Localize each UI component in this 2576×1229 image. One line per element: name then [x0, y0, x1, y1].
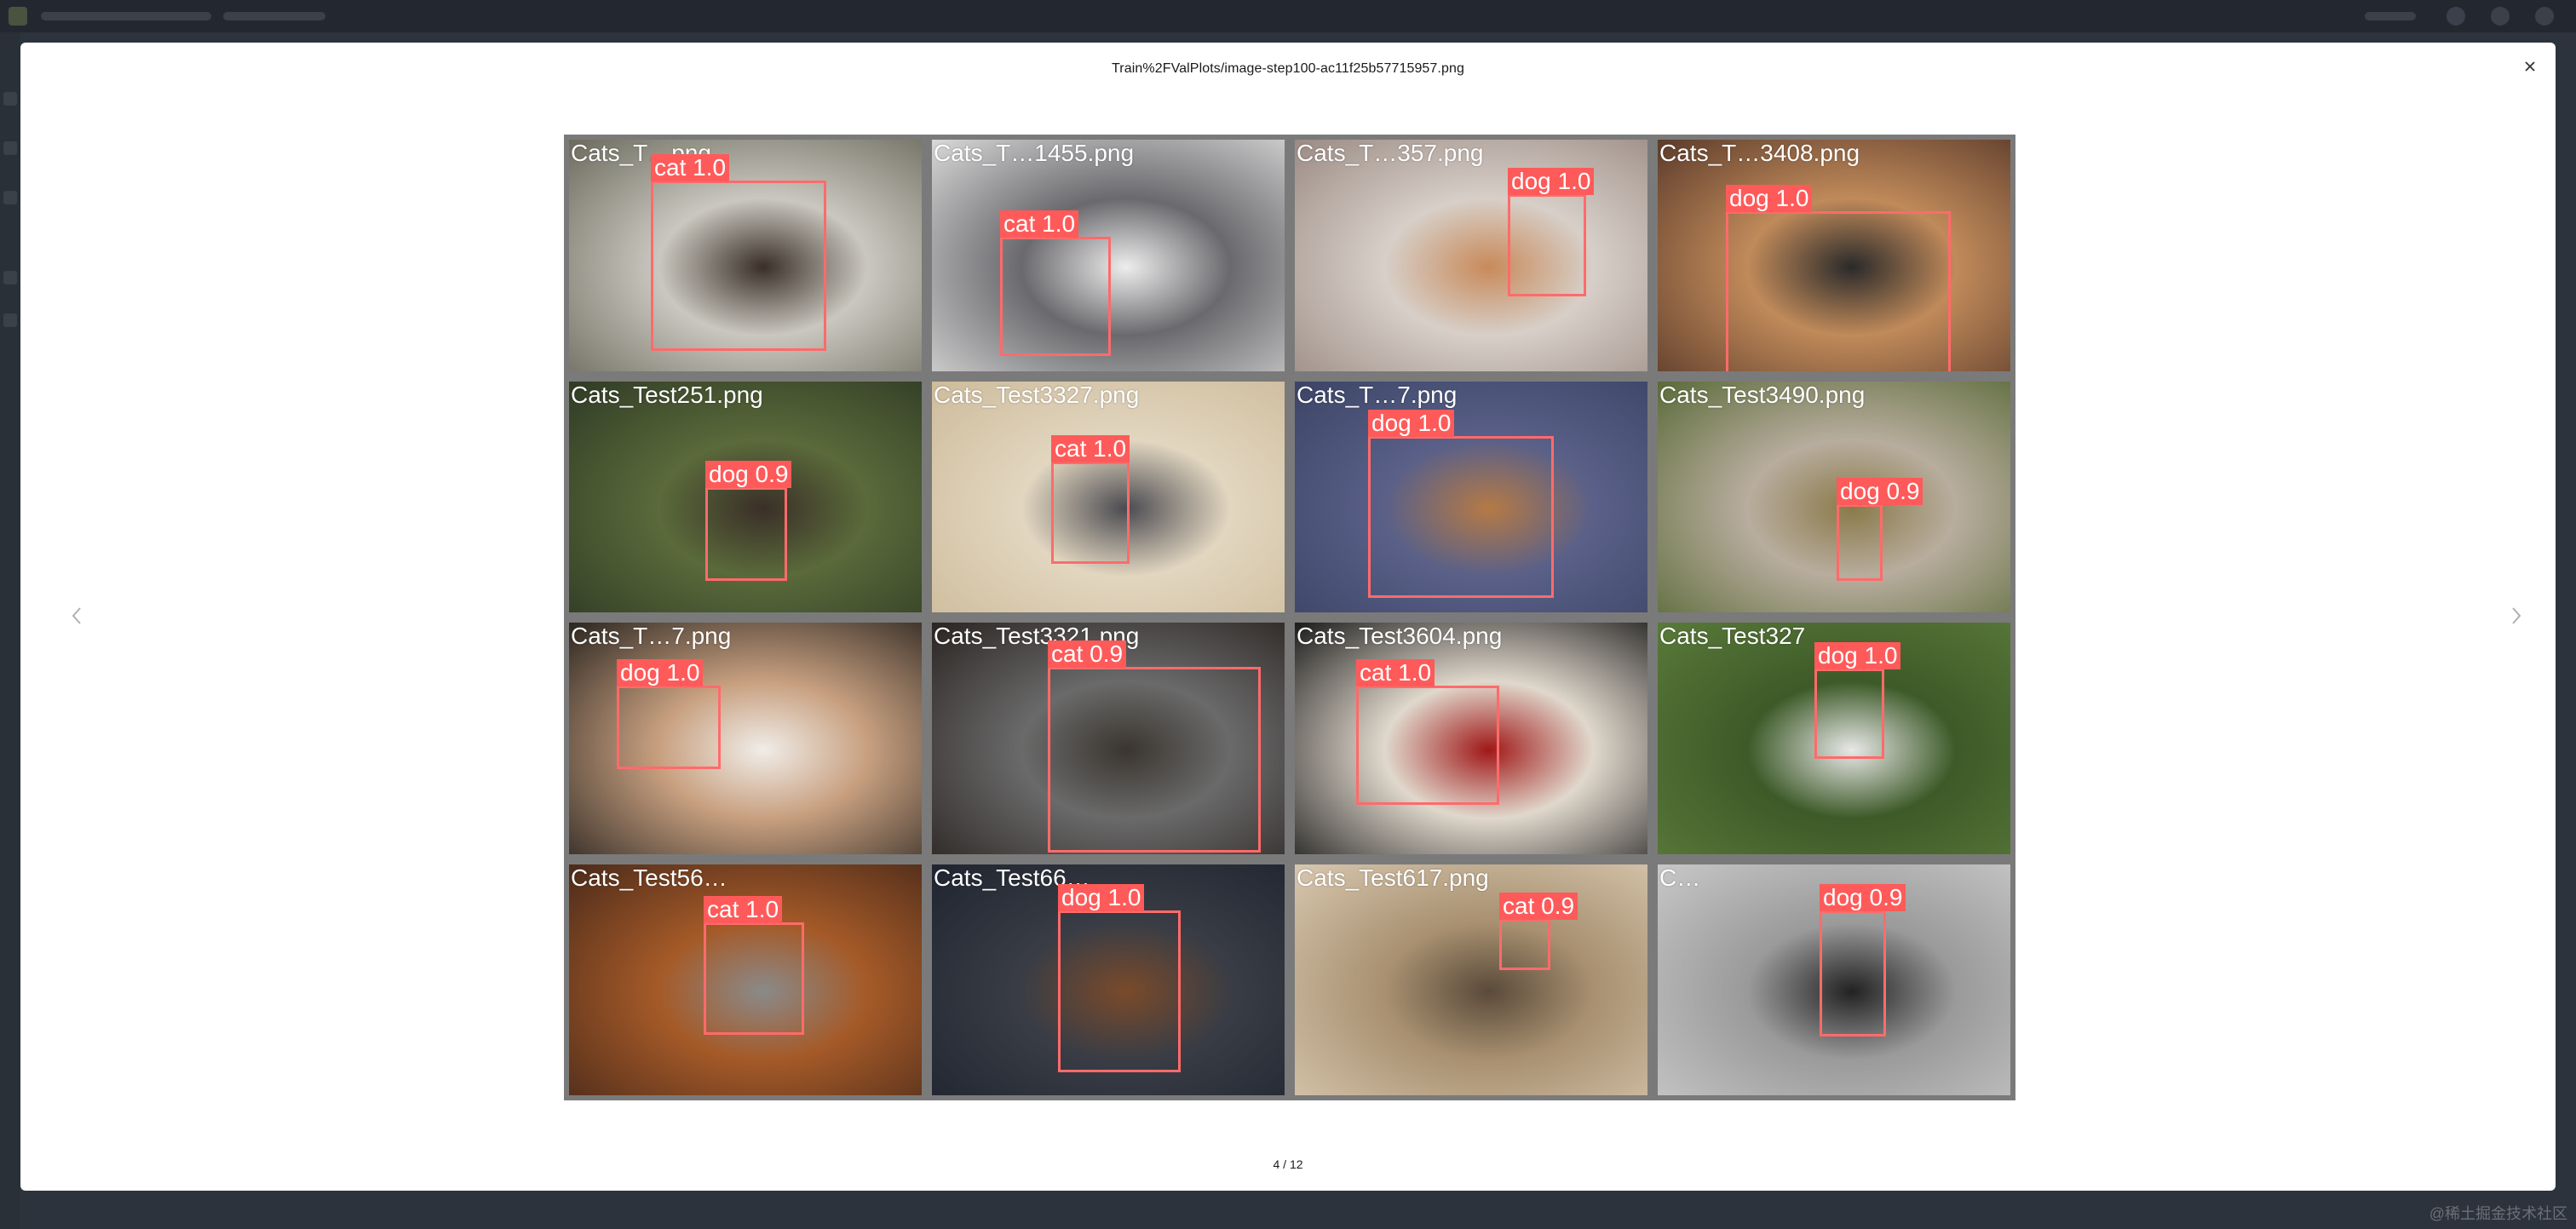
detection-bounding-box: dog 0.9	[1820, 883, 1906, 1037]
detection-bounding-box: dog 0.9	[705, 460, 792, 581]
breadcrumb-blur	[41, 12, 211, 20]
detection-bounding-box: dog 1.0	[1508, 168, 1595, 296]
breadcrumb-blur	[2365, 12, 2416, 20]
image-tile: Cats_Test66… dog 1.0	[927, 859, 1290, 1100]
detection-label: cat 1.0	[1356, 659, 1435, 686]
detection-label: dog 1.0	[617, 659, 704, 686]
detection-label: cat 1.0	[1000, 210, 1079, 238]
top-navigation-bar	[0, 0, 2576, 32]
detection-label: dog 1.0	[1368, 409, 1455, 437]
background-sidebar	[0, 32, 20, 1229]
detection-label: cat 1.0	[1051, 434, 1130, 462]
app-logo-icon	[9, 7, 27, 26]
modal-title: Train%2FValPlots/image-step100-ac11f25b5…	[1112, 61, 1464, 76]
tile-filename-label: Cats_T…7.png	[1297, 381, 1458, 408]
breadcrumb-blur	[223, 12, 325, 20]
tile-filename-label: Cats_Test3327.png	[934, 381, 1140, 408]
tile-filename-label: Cats_Test327	[1659, 623, 1806, 649]
notifications-icon	[2491, 7, 2510, 26]
image-tile: Cats_T…7.pngdog 1.0	[564, 617, 927, 859]
image-tile: Cats_Test3321.png cat 0.9	[927, 617, 1290, 859]
previous-image-button[interactable]	[60, 594, 94, 637]
image-tile: Cats_Test56…cat 1.0	[564, 859, 927, 1100]
chevron-left-icon	[72, 607, 81, 624]
image-tile: Cats_Test617.pngcat 0.9	[1290, 859, 1653, 1100]
tile-filename-label: Cats_Test56…	[571, 864, 727, 891]
image-tile: Cats_T…357.pngdog 1.0	[1290, 135, 1653, 376]
detection-label: dog 0.9	[705, 460, 792, 488]
close-button[interactable]	[2515, 51, 2545, 82]
detection-bounding-box: cat 0.9	[1048, 640, 1261, 853]
validation-image-grid[interactable]: Cats_T…png cat 1.0 Cats_T…1455.png cat 1.0 C…	[564, 135, 2015, 1100]
detection-label: dog 1.0	[1726, 185, 1813, 212]
tile-filename-label: Cats_T…1455.png	[934, 140, 1135, 166]
detection-label: cat 0.9	[1499, 892, 1578, 920]
detection-bounding-box: cat 1.0	[704, 895, 804, 1035]
image-tile: Cats_T…3408.pngdog 1.0	[1653, 135, 2015, 376]
tile-filename-label: Cats_T…3408.png	[1659, 140, 1860, 166]
next-image-button[interactable]	[2499, 594, 2533, 637]
image-tile: Cats_T…7.png dog 1.0	[1290, 376, 1653, 617]
detection-bounding-box: cat 1.0	[1356, 659, 1499, 805]
image-tile: Cats_Test3490.pngdog 0.9	[1653, 376, 2015, 617]
tile-filename-label: C…	[1659, 864, 1701, 891]
close-icon	[2525, 61, 2535, 72]
chevron-right-icon	[2512, 607, 2521, 624]
image-tile: Cats_Test3327.pngcat 1.0	[927, 376, 1290, 617]
detection-label: cat 1.0	[704, 895, 783, 923]
image-tile: Cats_Test327dog 1.0	[1653, 617, 2015, 859]
detection-bounding-box: cat 1.0	[651, 154, 826, 351]
watermark: @稀土掘金技术社区	[2429, 1205, 2567, 1222]
tile-filename-label: Cats_T…357.png	[1297, 140, 1484, 166]
tile-filename-label: Cats_Test3490.png	[1659, 381, 1866, 408]
image-tile: Cats_Test251.pngdog 0.9	[564, 376, 927, 617]
image-viewer-modal: Train%2FValPlots/image-step100-ac11f25b5…	[20, 43, 2556, 1191]
detection-bounding-box: dog 1.0	[1814, 642, 1901, 759]
detection-label: cat 1.0	[651, 154, 730, 181]
detection-bounding-box: dog 0.9	[1837, 477, 1923, 581]
detection-label: dog 0.9	[1820, 883, 1906, 911]
avatar	[2535, 7, 2554, 26]
detection-bounding-box: dog 1.0	[1368, 409, 1554, 598]
tile-filename-label: Cats_Test617.png	[1297, 864, 1489, 891]
detection-label: dog 0.9	[1837, 477, 1923, 505]
image-tile: Cats_T…png cat 1.0	[564, 135, 927, 376]
detection-bounding-box: dog 1.0	[1058, 883, 1181, 1072]
image-tile: Cats_T…1455.pngcat 1.0	[927, 135, 1290, 376]
image-tile: Cats_Test3604.pngcat 1.0	[1290, 617, 1653, 859]
image-tile: C… dog 0.9	[1653, 859, 2015, 1100]
detection-bounding-box: dog 1.0	[617, 659, 721, 769]
tile-filename-label: Cats_Test251.png	[571, 381, 763, 408]
image-counter: 4 / 12	[1273, 1157, 1303, 1171]
detection-bounding-box: cat 1.0	[1051, 434, 1130, 564]
tile-filename-label: Cats_T…7.png	[571, 623, 732, 649]
tile-filename-label: Cats_Test3604.png	[1297, 623, 1503, 649]
detection-label: dog 1.0	[1058, 883, 1145, 911]
detection-bounding-box: cat 1.0	[1000, 210, 1111, 356]
detection-label: dog 1.0	[1508, 168, 1595, 195]
detection-bounding-box: dog 1.0	[1726, 185, 1951, 371]
help-icon	[2447, 7, 2465, 26]
detection-bounding-box: cat 0.9	[1499, 892, 1578, 970]
detection-label: dog 1.0	[1814, 642, 1901, 669]
detection-label: cat 0.9	[1048, 640, 1127, 668]
